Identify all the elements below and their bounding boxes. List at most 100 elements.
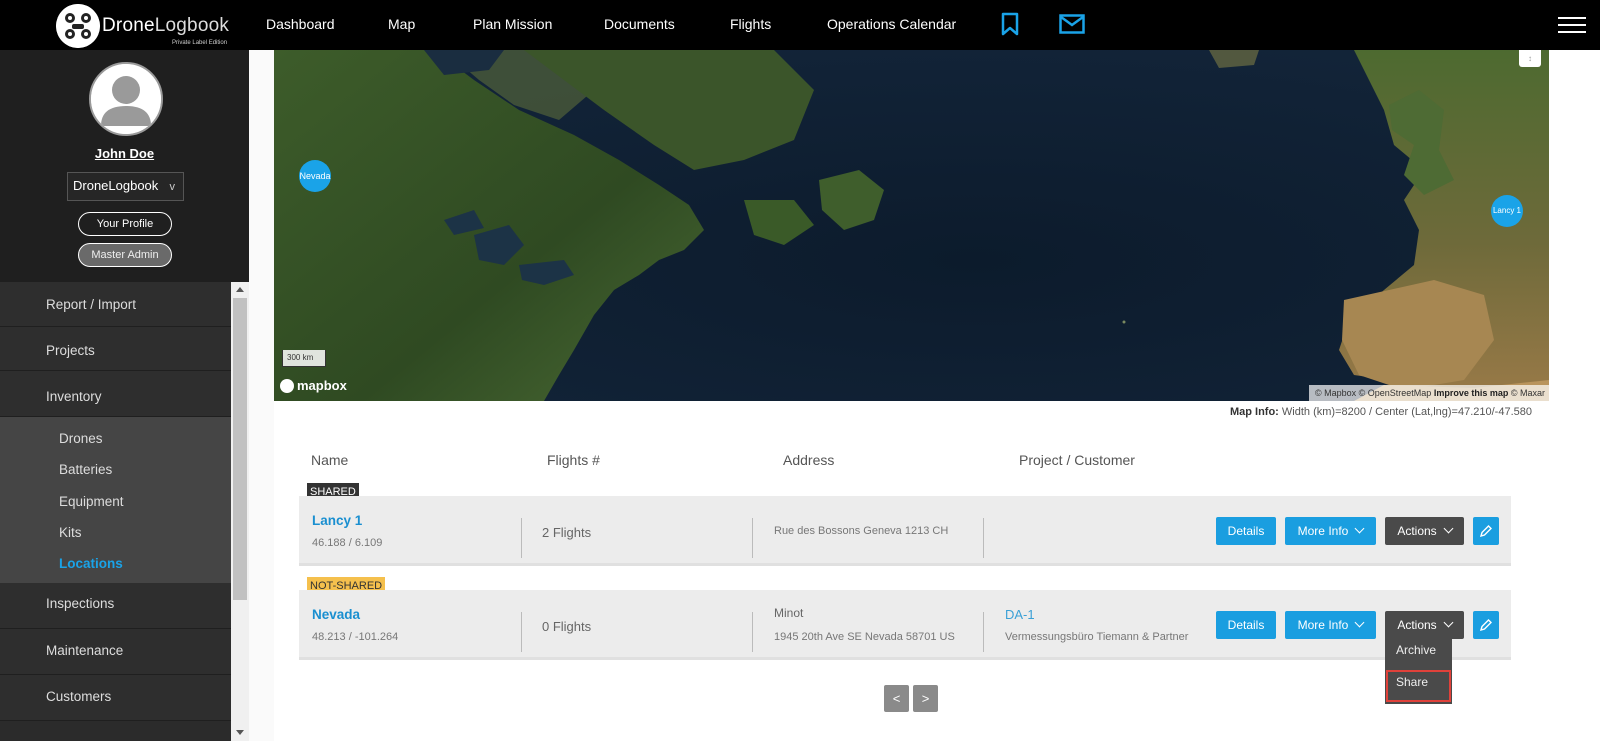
pagination-next-button[interactable]: > [913, 685, 938, 712]
brand-name-part1: Drone [102, 15, 155, 36]
your-profile-button[interactable]: Your Profile [78, 212, 172, 236]
avatar[interactable] [89, 62, 163, 136]
column-divider [983, 612, 984, 652]
location-coords: 46.188 / 6.109 [312, 537, 383, 549]
address-line-2: 1945 20th Ave SE Nevada 58701 US [774, 631, 955, 643]
map-marker-nevada[interactable]: Nevada [299, 160, 331, 192]
chevron-down-icon: v [169, 181, 176, 193]
scroll-down-icon[interactable] [236, 730, 244, 735]
user-name-link[interactable]: John Doe [0, 146, 249, 161]
scroll-thumb[interactable] [233, 298, 247, 600]
project-link[interactable]: DA-1 [1005, 607, 1035, 622]
edit-button[interactable] [1473, 517, 1499, 545]
drone-logo-icon [56, 4, 100, 48]
edit-button[interactable] [1473, 611, 1499, 639]
hamburger-menu-icon[interactable] [1558, 17, 1586, 38]
actions-label: Actions [1397, 524, 1437, 538]
mapbox-logo-text: mapbox [297, 378, 347, 393]
column-divider [752, 518, 753, 558]
compass-symbol: ↕ [1528, 54, 1532, 63]
more-info-label: More Info [1297, 524, 1349, 538]
sidebar-item-report-import[interactable]: Report / Import [0, 282, 231, 327]
bookmark-icon[interactable] [1001, 12, 1019, 41]
map-info: Map Info: Width (km)=8200 / Center (Lat,… [1230, 406, 1532, 418]
nav-operations-calendar[interactable]: Operations Calendar [827, 16, 956, 32]
map-info-label: Map Info: [1229, 406, 1279, 418]
nav-plan-mission[interactable]: Plan Mission [473, 16, 552, 32]
locations-map[interactable]: Nevada Lancy 1 ↕ 300 km mapbox © Mapbox … [274, 50, 1549, 401]
sidebar-item-customers[interactable]: Customers [0, 675, 231, 722]
nav-documents[interactable]: Documents [604, 16, 675, 32]
chevron-down-icon [1443, 617, 1454, 628]
main-gutter [249, 50, 274, 741]
sidebar-subitem-kits[interactable]: Kits [0, 515, 231, 546]
organization-value: DroneLogbook [73, 178, 159, 193]
pagination-prev-button[interactable]: < [884, 685, 909, 712]
column-header-project-customer: Project / Customer [1019, 452, 1135, 468]
organization-select[interactable]: DroneLogbook v [67, 172, 184, 201]
location-name-link[interactable]: Nevada [312, 607, 360, 622]
scroll-up-icon[interactable] [236, 287, 244, 292]
column-divider [983, 518, 984, 558]
column-divider [521, 518, 522, 558]
compass-icon[interactable]: ↕ [1519, 50, 1541, 67]
logo-text: DroneLogbook Private Label Edition [102, 15, 230, 46]
pencil-icon [1479, 525, 1492, 538]
logo[interactable]: DroneLogbook Private Label Edition [56, 4, 229, 48]
customer-name: Vermessungsbüro Tiemann & Partner [1005, 631, 1189, 643]
inventory-submenu: Drones Batteries Equipment Kits Location… [0, 417, 231, 584]
sidebar-item-maintenance[interactable]: Maintenance [0, 629, 231, 676]
column-header-flights: Flights # [547, 452, 600, 468]
top-navbar: DroneLogbook Private Label Edition Dashb… [0, 0, 1600, 50]
address-line-1: Rue des Bossons Geneva 1213 CH [774, 525, 949, 537]
flights-count: 0 Flights [542, 619, 592, 634]
chevron-down-icon [1443, 523, 1454, 534]
column-header-address: Address [783, 452, 835, 468]
nav-dashboard[interactable]: Dashboard [266, 16, 335, 32]
location-coords: 48.213 / -101.264 [312, 631, 399, 643]
actions-label: Actions [1397, 618, 1437, 632]
table-row: Lancy 1 46.188 / 6.109 2 Flights Rue des… [299, 496, 1511, 566]
menu-item-archive[interactable]: Archive [1396, 643, 1436, 657]
profile-panel: John Doe DroneLogbook v Your Profile Mas… [0, 50, 249, 282]
details-button[interactable]: Details [1216, 611, 1276, 639]
sidebar-item-inventory[interactable]: Inventory [0, 371, 231, 417]
satellite-imagery [274, 50, 1549, 401]
more-info-button[interactable]: More Info [1285, 517, 1376, 545]
sidebar-item-projects[interactable]: Projects [0, 327, 231, 371]
brand-name-part2: Logbook [154, 15, 230, 36]
map-info-value: Width (km)=8200 / Center (Lat,lng)=47.21… [1281, 406, 1532, 418]
actions-button[interactable]: Actions [1385, 517, 1464, 545]
nav-map[interactable]: Map [388, 16, 415, 32]
map-marker-lancy-1[interactable]: Lancy 1 [1491, 195, 1523, 227]
master-admin-button[interactable]: Master Admin [78, 243, 172, 267]
sidebar-menu: Report / Import Projects Inventory Drone… [0, 282, 231, 722]
flights-count: 2 Flights [542, 525, 592, 540]
column-header-name: Name [311, 452, 349, 468]
chevron-down-icon [1354, 617, 1365, 628]
pencil-icon [1479, 619, 1492, 632]
details-button[interactable]: Details [1216, 517, 1276, 545]
improve-map-link[interactable]: Improve this map [1434, 388, 1509, 398]
brand-edition: Private Label Edition [172, 40, 228, 46]
sidebar-item-inspections[interactable]: Inspections [0, 583, 231, 630]
location-name-link[interactable]: Lancy 1 [312, 513, 362, 528]
sidebar-scrollbar[interactable] [231, 282, 249, 741]
nav-flights[interactable]: Flights [730, 16, 771, 32]
mapbox-logo[interactable]: mapbox [280, 378, 347, 393]
mail-icon[interactable] [1059, 14, 1085, 39]
main-content: Nevada Lancy 1 ↕ 300 km mapbox © Mapbox … [249, 50, 1600, 741]
column-divider [521, 612, 522, 652]
share-highlight-box [1386, 670, 1451, 702]
table-row: Nevada 48.213 / -101.264 0 Flights Minot… [299, 590, 1511, 660]
more-info-button[interactable]: More Info [1285, 611, 1376, 639]
sidebar-subitem-batteries[interactable]: Batteries [0, 452, 231, 483]
sidebar-subitem-drones[interactable]: Drones [0, 421, 231, 452]
sidebar-subitem-equipment[interactable]: Equipment [0, 484, 231, 515]
column-divider [752, 612, 753, 652]
more-info-label: More Info [1297, 618, 1349, 632]
map-scale: 300 km [282, 350, 326, 367]
sidebar: John Doe DroneLogbook v Your Profile Mas… [0, 50, 249, 741]
chevron-down-icon [1354, 523, 1365, 534]
sidebar-subitem-locations[interactable]: Locations [0, 546, 231, 577]
